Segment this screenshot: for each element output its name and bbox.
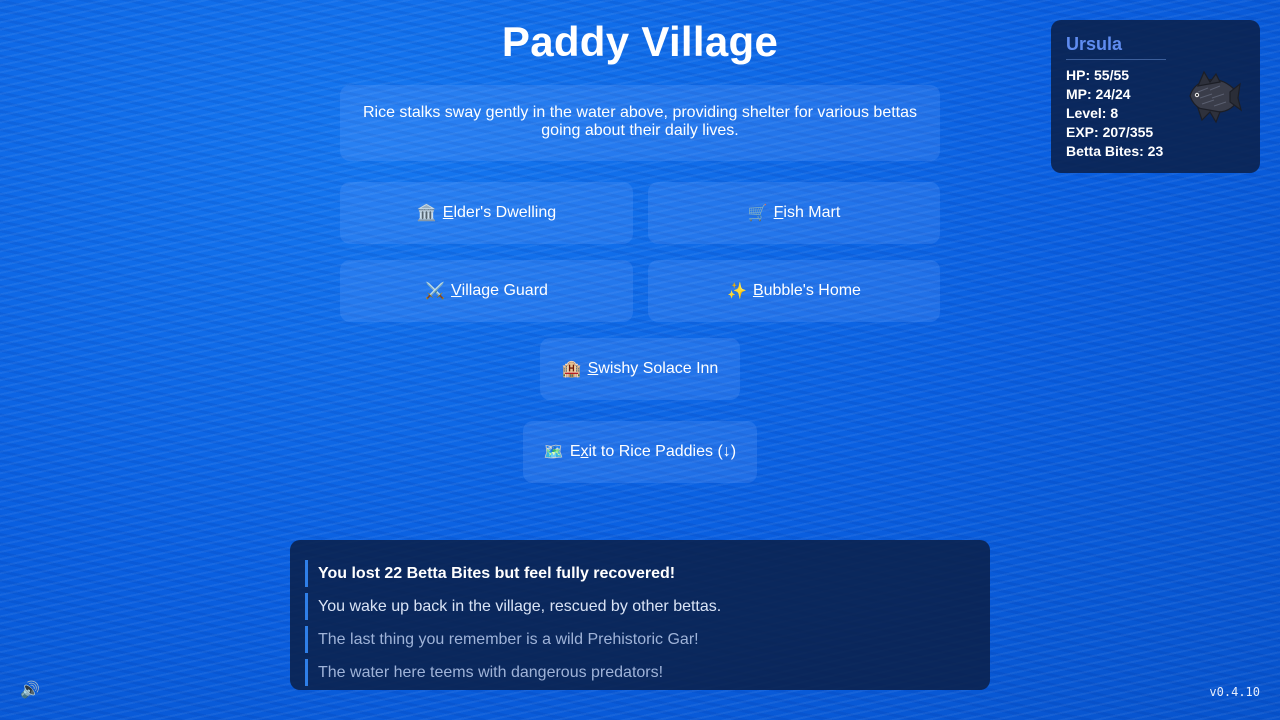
- hotkey-letter: V: [450, 282, 462, 299]
- button-label-prefix: E: [569, 443, 581, 460]
- button-label: illage Guard: [461, 282, 548, 299]
- hotel-icon: 🏨: [561, 361, 582, 378]
- exit-to-rice-paddies-button[interactable]: 🗺️ Ex it to Rice Paddies (↓): [523, 421, 757, 483]
- log-entry: You lost 22 Betta Bites but feel fully r…: [305, 560, 975, 587]
- world-map-icon: 🗺️: [543, 444, 564, 461]
- hotkey-letter: B: [752, 282, 764, 299]
- building-icon: 🏛️: [416, 205, 437, 222]
- button-label: ish Mart: [783, 204, 841, 221]
- hotkey-letter: F: [773, 204, 784, 221]
- message-log: You lost 22 Betta Bites but feel fully r…: [290, 540, 990, 690]
- player-stats-panel: Ursula HP: 55/55 MP: 24/24 Level: 8 EXP:…: [1051, 20, 1260, 173]
- elders-dwelling-button[interactable]: 🏛️ Elder's Dwelling: [340, 182, 633, 244]
- player-name: Ursula: [1066, 34, 1166, 60]
- betta-fish-sprite-icon: [1189, 70, 1242, 124]
- button-label: wishy Solace Inn: [598, 360, 719, 377]
- log-entry: The water here teems with dangerous pred…: [305, 659, 975, 686]
- bubbles-home-button[interactable]: ✨ Bubble's Home: [648, 260, 940, 322]
- button-label: ubble's Home: [763, 282, 861, 299]
- button-label: lder's Dwelling: [453, 204, 557, 221]
- sound-toggle-icon[interactable]: 🔊: [20, 680, 40, 700]
- fish-mart-button[interactable]: 🛒 Fish Mart: [648, 182, 940, 244]
- village-guard-button[interactable]: ⚔️ Village Guard: [340, 260, 633, 322]
- hotkey-letter: S: [587, 360, 599, 377]
- hotkey-letter: E: [442, 204, 454, 221]
- hotkey-letter: x: [580, 443, 589, 460]
- location-description: Rice stalks sway gently in the water abo…: [340, 85, 940, 161]
- log-entry: The last thing you remember is a wild Pr…: [305, 626, 975, 653]
- log-entry: You wake up back in the village, rescued…: [305, 593, 975, 620]
- button-label: it to Rice Paddies (↓): [588, 443, 737, 460]
- crossed-swords-icon: ⚔️: [425, 283, 445, 300]
- swishy-solace-inn-button[interactable]: 🏨 Swishy Solace Inn: [540, 338, 740, 400]
- sparkles-icon: ✨: [727, 283, 747, 300]
- currency-stat: Betta Bites: 23: [1066, 143, 1164, 159]
- version-label: v0.4.10: [1209, 685, 1260, 699]
- exp-stat: EXP: 207/355: [1066, 124, 1154, 140]
- shopping-cart-icon: 🛒: [747, 205, 768, 222]
